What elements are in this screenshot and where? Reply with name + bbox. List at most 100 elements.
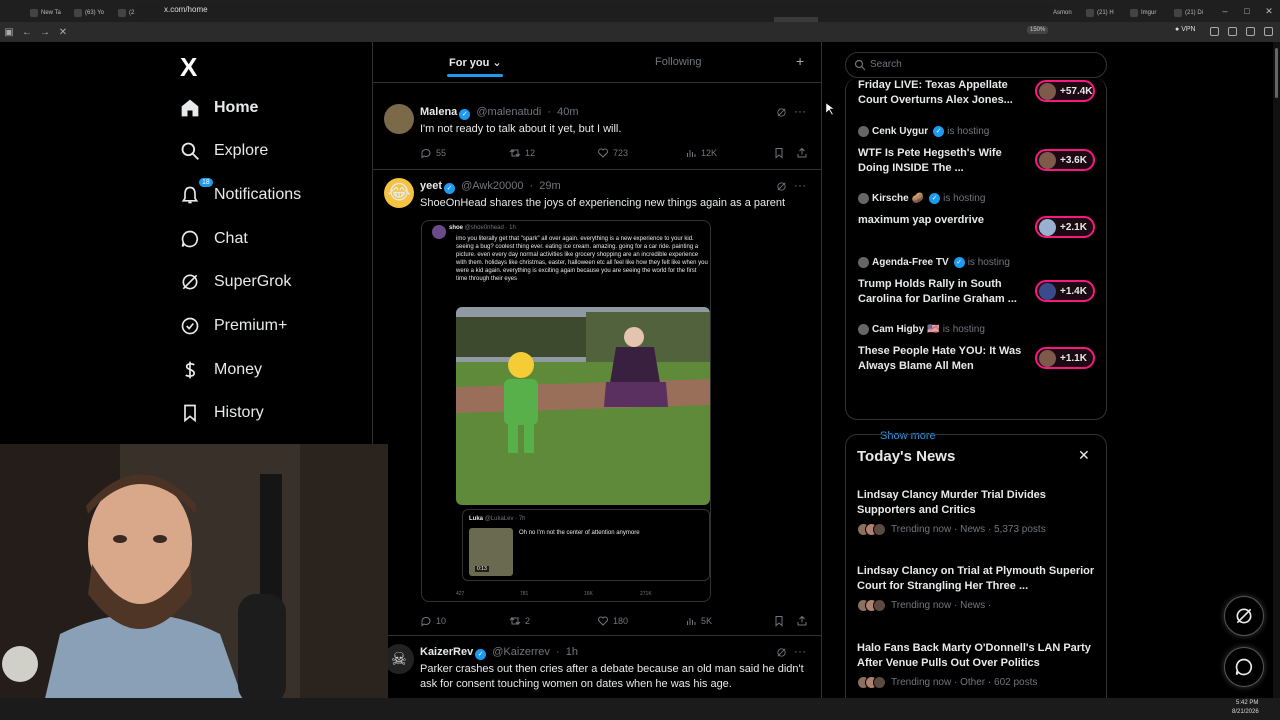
nav-home[interactable]: Home (180, 96, 258, 120)
tab-favicon-icon (1086, 8, 1094, 17)
sidebar-toggle-icon[interactable]: ▣ (0, 27, 18, 38)
space-listeners-pill[interactable]: +1.4K (1035, 280, 1095, 302)
tweet[interactable]: 😂 yeet ✓ @Awk20000 · 29m ··· ShoeOnHead s… (373, 170, 821, 636)
quote-header: Luka @LukaLev · 7h (469, 516, 526, 522)
tweet-header: yeet ✓ @Awk20000 · 29m (420, 180, 561, 194)
repost-button[interactable]: 12 (509, 147, 535, 159)
tweet-handle[interactable]: @malenatudi (476, 106, 541, 118)
bookmark-button[interactable] (773, 147, 785, 159)
emoji-icon: 🥔 (911, 193, 925, 204)
bookmark-button[interactable] (773, 615, 785, 627)
tweet-handle[interactable]: @Kaizerrev (492, 646, 550, 658)
menu-icon[interactable] (1264, 27, 1273, 36)
tweet-author-name[interactable]: Malena (420, 106, 457, 118)
space-listener-count: +2.1K (1060, 221, 1087, 233)
share-button[interactable] (796, 147, 808, 159)
space-listeners-pill[interactable]: +1.1K (1035, 347, 1095, 369)
avatar[interactable]: ☠ (384, 644, 414, 674)
forward-icon[interactable]: → (36, 27, 54, 38)
tweet[interactable]: Malena ✓ @malenatudi · 40m ··· I'm not re… (373, 96, 821, 170)
tweet-time[interactable]: 40m (557, 106, 578, 118)
nav-supergrok[interactable]: SuperGrok (180, 270, 291, 294)
search-icon (181, 142, 199, 160)
grok-icon[interactable] (776, 181, 787, 192)
more-options-icon[interactable]: ··· (794, 644, 806, 658)
like-button[interactable]: 723 (597, 147, 628, 159)
news-item[interactable]: Lindsay Clancy Murder Trial Divides Supp… (857, 488, 1097, 536)
embed-repost-count: 781 (520, 591, 529, 597)
close-icon[interactable]: ✕ (1078, 447, 1090, 464)
space-listeners-pill[interactable]: +57.4K (1035, 80, 1095, 102)
grok-floating-button[interactable] (1224, 596, 1264, 636)
address-bar[interactable]: x.com/home (134, 3, 1054, 17)
x-logo-icon[interactable]: X (180, 52, 197, 83)
nav-notifications[interactable]: 18 Notifications (180, 177, 301, 207)
add-tab-button[interactable]: + (796, 53, 804, 69)
page-scrollbar[interactable] (1273, 42, 1280, 702)
browser-toolbar: ▣ ← → ✕ (0, 22, 1280, 42)
views-button[interactable]: 12K (685, 147, 717, 159)
minimize-icon[interactable]: – (1214, 0, 1236, 22)
reload-icon[interactable]: ✕ (54, 27, 72, 38)
wallet-icon[interactable] (1246, 27, 1255, 36)
browser-tab[interactable]: (21) H (1082, 4, 1126, 22)
tweet-handle[interactable]: @Awk20000 (461, 180, 523, 192)
tweet[interactable]: ☠ KaizerRev ✓ @Kaizerrev · 1h ··· Parker … (373, 636, 821, 698)
taskbar-clock-date[interactable]: 8/21/2026 (1232, 709, 1259, 715)
maximize-icon[interactable]: □ (1236, 0, 1258, 22)
news-item[interactable]: Halo Fans Back Marty O'Donnell's LAN Par… (857, 641, 1097, 689)
tweet-time[interactable]: 29m (539, 180, 560, 192)
browser-tab[interactable]: New Ta (26, 4, 70, 22)
nav-premium[interactable]: Premium+ (180, 314, 287, 338)
grok-icon[interactable] (776, 647, 787, 658)
reply-button[interactable]: 10 (420, 615, 446, 627)
profile-icon[interactable] (1210, 27, 1219, 36)
tweet-author-name[interactable]: yeet (420, 180, 442, 192)
nav-explore[interactable]: Explore (180, 139, 268, 163)
embed-photo (456, 307, 710, 505)
like-button[interactable]: 180 (597, 615, 628, 627)
repost-button[interactable]: 2 (509, 615, 530, 627)
more-options-icon[interactable]: ··· (794, 104, 806, 118)
news-item[interactable]: Lindsay Clancy on Trial at Plymouth Supe… (857, 564, 1097, 612)
embed-time: 1h (509, 225, 516, 231)
space-listeners-pill[interactable]: +2.1K (1035, 216, 1095, 238)
search-input[interactable]: Search (845, 52, 1107, 78)
avatar[interactable] (384, 104, 414, 134)
views-button[interactable]: 5K (685, 615, 712, 627)
browser-tab[interactable]: Imgur (1126, 4, 1170, 22)
more-options-icon[interactable]: ··· (794, 178, 806, 192)
tab-for-you[interactable]: For you ⌄ (447, 56, 503, 77)
scrollbar-thumb[interactable] (1275, 48, 1278, 98)
views-count: 12K (701, 148, 718, 158)
space-host-avatar (1039, 82, 1056, 100)
back-icon[interactable]: ← (18, 27, 36, 38)
nav-chat[interactable]: Chat (180, 227, 248, 251)
zoom-indicator[interactable]: 150% (1027, 26, 1049, 34)
messages-floating-button[interactable] (1224, 647, 1264, 687)
share-button[interactable] (796, 615, 808, 627)
video-duration: 0:13 (475, 566, 489, 572)
avatar[interactable]: 😂 (384, 178, 414, 208)
space-listeners-pill[interactable]: +3.6K (1035, 149, 1095, 171)
nav-money[interactable]: Money (180, 358, 262, 382)
extensions-icon[interactable] (1228, 27, 1237, 36)
share-icon (797, 147, 807, 158)
tweet-author-name[interactable]: KaizerRev (420, 646, 473, 658)
timeline[interactable]: For you ⌄ Following + Malena ✓ @malenatud… (373, 42, 821, 698)
tweet-time[interactable]: 1h (566, 646, 578, 658)
browser-tab[interactable]: (63) Yo (70, 4, 114, 22)
repost-icon (509, 617, 521, 625)
taskbar-clock-time[interactable]: 5:42 PM (1236, 700, 1258, 706)
tweet-media-image[interactable]: shoe @shoe0nhead · 1h imo you literally … (421, 220, 711, 602)
grok-icon[interactable] (776, 107, 787, 118)
reply-button[interactable]: 55 (420, 147, 446, 159)
browser-tab[interactable]: (21) Di (1170, 4, 1214, 22)
space-host-status: is hosting (947, 126, 990, 137)
tab-following[interactable]: Following (655, 56, 701, 68)
like-count: 723 (613, 148, 629, 158)
nav-history[interactable]: History (180, 401, 264, 425)
vpn-button[interactable]: ● VPN (1175, 26, 1196, 33)
close-icon[interactable]: ✕ (1258, 0, 1280, 22)
avatar-stack (857, 599, 886, 612)
